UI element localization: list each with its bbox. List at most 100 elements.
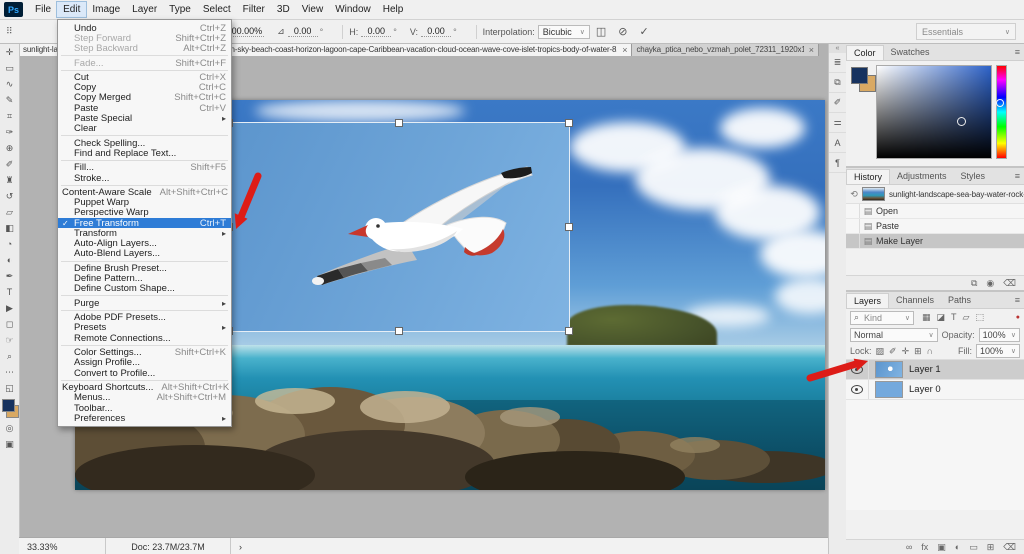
menubar-item-window[interactable]: Window (329, 2, 377, 17)
menu-item-keyboard-shortcuts[interactable]: Keyboard Shortcuts...Alt+Shift+Ctrl+K (58, 383, 231, 393)
menu-item-clear[interactable]: Clear (58, 123, 231, 133)
transform-handle[interactable] (565, 223, 573, 231)
filter-kind-dropdown[interactable]: ⌕ Kind ∨ (850, 311, 914, 325)
rotate-field[interactable]: ⊿ 0.00 ° (277, 26, 323, 37)
history-state-checkbox[interactable] (846, 234, 860, 248)
new-layer-icon[interactable]: ⊞ (987, 542, 995, 553)
tab-color[interactable]: Color (846, 45, 884, 60)
history-panel-menu-icon[interactable]: ≡ (1015, 171, 1020, 181)
rotate-value[interactable]: 0.00 (288, 26, 318, 37)
transform-handle[interactable] (395, 119, 403, 127)
menubar-item-image[interactable]: Image (86, 2, 126, 17)
move-tool-icon[interactable]: ✛ (0, 44, 19, 60)
dodge-tool-icon[interactable]: ◐ (0, 252, 19, 268)
new-document-from-state-icon[interactable]: ⧉ (971, 278, 977, 289)
libraries-icon[interactable]: ≣ (829, 53, 846, 73)
transform-handle[interactable] (395, 327, 403, 335)
history-brush-tool-icon[interactable]: ↺ (0, 188, 19, 204)
tab-history[interactable]: History (846, 169, 890, 184)
zoom-level-field[interactable]: 33.33% (19, 538, 106, 554)
layer-name[interactable]: Layer 1 (909, 364, 941, 375)
menu-item-paste[interactable]: PasteCtrl+V (58, 103, 231, 113)
skew-v-value[interactable]: 0.00 (421, 26, 451, 37)
menubar-item-filter[interactable]: Filter (237, 2, 271, 17)
skew-v-field[interactable]: V: 0.00 ° (410, 26, 457, 37)
filter-toggle-icon[interactable]: ● (1016, 314, 1020, 321)
new-group-icon[interactable]: ▭ (969, 542, 978, 553)
menu-item-define-brush-preset[interactable]: Define Brush Preset... (58, 263, 231, 273)
menu-item-check-spelling[interactable]: Check Spelling... (58, 138, 231, 148)
hand-tool-icon[interactable]: ☞ (0, 332, 19, 348)
properties-icon[interactable]: ⚌ (829, 113, 846, 133)
character-icon[interactable]: A (829, 133, 846, 153)
hue-marker[interactable] (996, 99, 1004, 107)
menu-item-define-pattern[interactable]: Define Pattern... (58, 273, 231, 283)
menubar-item-help[interactable]: Help (377, 2, 410, 17)
link-layers-icon[interactable]: ∞ (906, 542, 912, 552)
reference-point-icon[interactable]: ⠿ (6, 26, 13, 37)
menubar-item-file[interactable]: File (29, 2, 57, 17)
menu-item-purge[interactable]: Purge▸ (58, 298, 231, 308)
layer-name[interactable]: Layer 0 (909, 384, 941, 395)
default-swatches-icon[interactable]: ◱ (0, 380, 19, 396)
filter-adjustment-layers-icon[interactable]: ◪ (937, 312, 946, 323)
close-tab-icon[interactable]: × (809, 45, 814, 55)
delete-state-icon[interactable]: ⌫ (1003, 278, 1016, 289)
menubar-item-3d[interactable]: 3D (271, 2, 296, 17)
tab-swatches[interactable]: Swatches (884, 45, 937, 59)
history-state-checkbox[interactable] (846, 219, 860, 233)
color-field-marker[interactable] (957, 117, 966, 126)
visibility-cell[interactable] (846, 360, 869, 379)
foreground-color-swatch[interactable] (851, 67, 868, 84)
tab-layers[interactable]: Layers (846, 293, 889, 308)
history-state-checkbox[interactable] (846, 204, 860, 218)
filter-pixel-layers-icon[interactable]: ▦ (922, 312, 931, 323)
layer-row-layer-0[interactable]: Layer 0 (846, 380, 1024, 400)
menubar-item-layer[interactable]: Layer (126, 2, 163, 17)
pen-tool-icon[interactable]: ✒ (0, 268, 19, 284)
warp-mode-toggle-icon[interactable]: ◫ (596, 25, 606, 38)
eyedropper-tool-icon[interactable]: ✑ (0, 124, 19, 140)
menu-item-convert-to-profile[interactable]: Convert to Profile... (58, 368, 231, 378)
brush-settings-icon[interactable]: ✐ (829, 93, 846, 113)
hue-slider[interactable] (996, 65, 1007, 159)
gradient-tool-icon[interactable]: ◧ (0, 220, 19, 236)
paragraph-icon[interactable]: ¶ (829, 153, 846, 173)
brush-tool-icon[interactable]: ✐ (0, 156, 19, 172)
interpolation-dropdown[interactable]: Bicubic ∨ (538, 25, 590, 39)
menu-item-content-aware-scale[interactable]: Content-Aware ScaleAlt+Shift+Ctrl+C (58, 188, 231, 198)
foreground-background-swatches[interactable] (0, 398, 19, 420)
clone-stamp-tool-icon[interactable]: ♜ (0, 172, 19, 188)
menu-item-free-transform[interactable]: ✓Free TransformCtrl+T (58, 218, 231, 228)
menu-item-perspective-warp[interactable]: Perspective Warp (58, 208, 231, 218)
path-selection-tool-icon[interactable]: ▶ (0, 300, 19, 316)
lock-transparency-icon[interactable]: ▨ (876, 346, 885, 357)
menu-item-cut[interactable]: CutCtrl+X (58, 73, 231, 83)
menubar-item-type[interactable]: Type (163, 2, 197, 17)
transform-handle[interactable] (565, 119, 573, 127)
skew-h-field[interactable]: H: 0.00 ° (349, 26, 397, 37)
transform-handle[interactable] (565, 327, 573, 335)
clone-source-icon[interactable]: ⧉ (829, 73, 846, 93)
lock-artboard-icon[interactable]: ⊞ (914, 346, 922, 357)
menu-item-auto-align-layers[interactable]: Auto-Align Layers... (58, 238, 231, 248)
zoom-tool-icon[interactable]: ⌕ (0, 348, 19, 364)
menu-item-toolbar[interactable]: Toolbar... (58, 403, 231, 413)
quick-selection-tool-icon[interactable]: ✎ (0, 92, 19, 108)
type-tool-icon[interactable]: T (0, 284, 19, 300)
menu-item-fill[interactable]: Fill...Shift+F5 (58, 163, 231, 173)
workspace-switcher[interactable]: Essentials ∨ (916, 23, 1016, 40)
menu-item-copy-merged[interactable]: Copy MergedShift+Ctrl+C (58, 93, 231, 103)
lasso-tool-icon[interactable]: ∿ (0, 76, 19, 92)
layers-panel-menu-icon[interactable]: ≡ (1015, 295, 1020, 305)
tab-adjustments[interactable]: Adjustments (890, 169, 954, 183)
menu-item-presets[interactable]: Presets▸ (58, 323, 231, 333)
history-state-make-layer[interactable]: ▤Make Layer (846, 234, 1024, 249)
blur-tool-icon[interactable]: ◔ (0, 236, 19, 252)
menu-item-menus[interactable]: Menus...Alt+Shift+Ctrl+M (58, 393, 231, 403)
menubar-item-edit[interactable]: Edit (57, 2, 86, 17)
tab-paths[interactable]: Paths (941, 293, 978, 307)
menu-item-step-forward[interactable]: Step ForwardShift+Ctrl+Z (58, 33, 231, 43)
visibility-cell[interactable] (846, 380, 869, 399)
crop-tool-icon[interactable]: ⌗ (0, 108, 19, 124)
